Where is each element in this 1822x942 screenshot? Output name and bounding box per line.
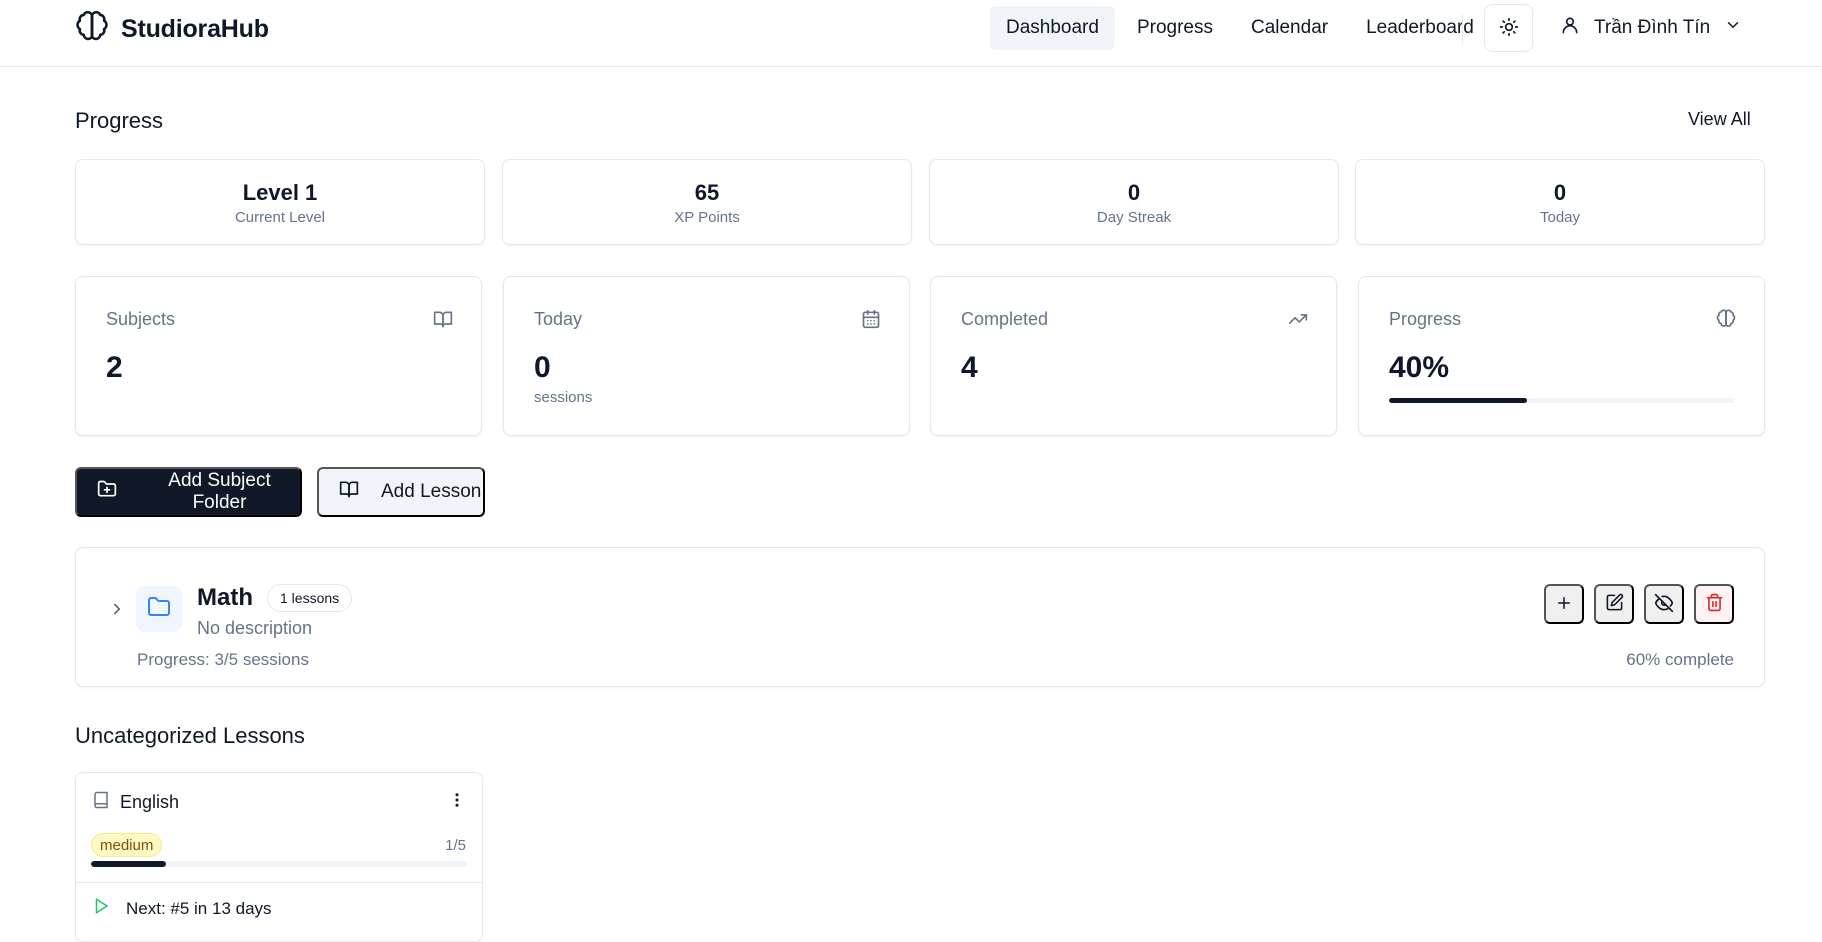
stat-value: 0 (1553, 179, 1567, 205)
top-navbar: StudioraHub Dashboard Progress Calendar … (0, 0, 1822, 67)
button-label: Add Lesson (381, 481, 482, 502)
metric-value: 0 (534, 351, 551, 384)
trash-icon (1705, 593, 1724, 615)
plus-icon (1555, 594, 1573, 615)
lesson-session-count: 1/5 (445, 837, 466, 854)
edit-icon (1605, 593, 1624, 615)
eye-off-icon (1654, 593, 1674, 616)
stat-label: Day Streak (1096, 208, 1172, 226)
folder-description: No description (197, 618, 313, 638)
app-name: StudioraHub (121, 14, 269, 43)
book-icon (92, 791, 110, 814)
stat-value: Level 1 (242, 179, 318, 205)
stat-label: XP Points (674, 208, 740, 226)
lesson-count-badge: 1 lessons (267, 584, 353, 612)
uncategorized-section-title: Uncategorized Lessons (75, 723, 305, 748)
add-lesson-button[interactable]: Add Lesson (317, 467, 485, 517)
play-icon (92, 897, 110, 920)
nav-dashboard[interactable]: Dashboard (990, 6, 1115, 50)
stat-value: 65 (694, 179, 720, 205)
subject-folder-card[interactable]: Math 1 lessons No description Progress: … (75, 547, 1765, 687)
stat-card-streak: 0 Day Streak (929, 159, 1339, 245)
edit-folder-button[interactable] (1594, 584, 1634, 624)
difficulty-badge: medium (91, 833, 163, 857)
folder-actions (1544, 584, 1734, 624)
brand[interactable]: StudioraHub (75, 10, 269, 48)
view-all-link[interactable]: View All (1688, 109, 1751, 130)
stat-card-xp: 65 XP Points (502, 159, 912, 245)
main-nav: Dashboard Progress Calendar Leaderboard (990, 6, 1490, 50)
nav-leaderboard[interactable]: Leaderboard (1350, 6, 1490, 50)
more-vertical-icon (448, 793, 466, 812)
progress-section-title: Progress (75, 108, 164, 133)
metric-value: 40% (1389, 351, 1450, 384)
lesson-card[interactable]: English medium 1/5 Next: #5 in 13 days (75, 772, 483, 942)
next-session-row[interactable]: Next: #5 in 13 days (92, 897, 272, 920)
metric-title: Completed (961, 309, 1049, 329)
progress-bar (1389, 398, 1735, 403)
folder-plus-icon (97, 479, 117, 505)
lesson-name: English (120, 792, 180, 812)
stat-label: Current Level (234, 208, 326, 226)
delete-folder-button[interactable] (1694, 584, 1734, 624)
add-lesson-to-folder-button[interactable] (1544, 584, 1584, 624)
nav-divider (1462, 14, 1463, 44)
next-session-text: Next: #5 in 13 days (126, 898, 272, 918)
metric-subtext: sessions (534, 389, 593, 406)
divider (76, 882, 482, 883)
folder-icon-box (136, 586, 182, 632)
button-label: Add Subject Folder (168, 470, 271, 513)
trending-up-icon (1288, 309, 1308, 329)
brain-icon (1716, 309, 1736, 329)
chevron-down-icon (1724, 16, 1742, 40)
nav-calendar[interactable]: Calendar (1235, 6, 1344, 50)
metric-card-subjects: Subjects 2 (75, 276, 482, 436)
brain-logo-icon (75, 10, 109, 49)
stat-value: 0 (1127, 179, 1141, 205)
folder-progress-text: Progress: 3/5 sessions (137, 650, 309, 669)
hide-folder-button[interactable] (1644, 584, 1684, 624)
progress-bar-fill (1389, 398, 1528, 403)
nav-progress[interactable]: Progress (1121, 6, 1229, 50)
metric-card-today: Today 0 sessions (503, 276, 910, 436)
stat-card-level: Level 1 Current Level (75, 159, 485, 245)
stat-card-today: 0 Today (1355, 159, 1765, 245)
user-icon (1560, 15, 1580, 41)
stat-label: Today (1539, 208, 1581, 226)
metric-title: Progress (1389, 309, 1462, 329)
folder-complete-text: 60% complete (1626, 650, 1734, 669)
add-subject-folder-button[interactable]: Add Subject Folder (75, 467, 302, 517)
lesson-header: English (92, 791, 179, 814)
metric-value: 4 (961, 351, 978, 384)
lesson-progress-fill (91, 861, 167, 867)
book-open-icon (339, 479, 359, 505)
user-menu[interactable]: Trần Đình Tín (1560, 6, 1742, 50)
chevron-right-icon[interactable] (108, 600, 126, 623)
lesson-menu-button[interactable] (448, 791, 466, 812)
metric-card-completed: Completed 4 (930, 276, 1337, 436)
metric-title: Today (534, 309, 583, 329)
folder-icon (147, 595, 171, 624)
lesson-progress-bar (91, 861, 467, 867)
theme-toggle-button[interactable] (1484, 4, 1533, 52)
sun-icon (1499, 17, 1519, 40)
calendar-icon (861, 309, 881, 329)
metric-title: Subjects (106, 309, 176, 329)
folder-name: Math (197, 584, 253, 611)
metric-card-progress: Progress 40% (1358, 276, 1765, 436)
user-name: Trần Đình Tín (1594, 17, 1711, 38)
book-open-icon (433, 309, 453, 329)
metric-value: 2 (106, 351, 123, 384)
